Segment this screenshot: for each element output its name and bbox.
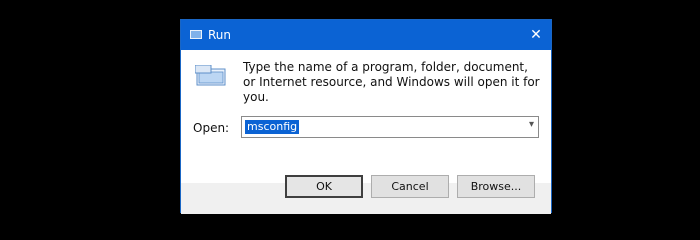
run-dialog-icon: [195, 65, 226, 86]
browse-button[interactable]: Browse...: [457, 175, 535, 198]
open-label: Open:: [193, 121, 230, 135]
close-button[interactable]: ✕: [521, 20, 551, 50]
cancel-button[interactable]: Cancel: [371, 175, 449, 198]
description-text: Type the name of a program, folder, docu…: [243, 60, 540, 104]
open-input-value: msconfig: [245, 120, 300, 134]
run-dialog-window: Run ✕ Type the name of a program, folder…: [180, 19, 552, 214]
title-bar: Run ✕: [181, 20, 551, 50]
run-icon: [190, 30, 202, 39]
open-input[interactable]: msconfig ▾: [241, 116, 539, 138]
ok-button[interactable]: OK: [285, 175, 363, 198]
window-title: Run: [208, 28, 232, 42]
chevron-down-icon[interactable]: ▾: [529, 119, 534, 130]
close-icon: ✕: [530, 27, 542, 43]
